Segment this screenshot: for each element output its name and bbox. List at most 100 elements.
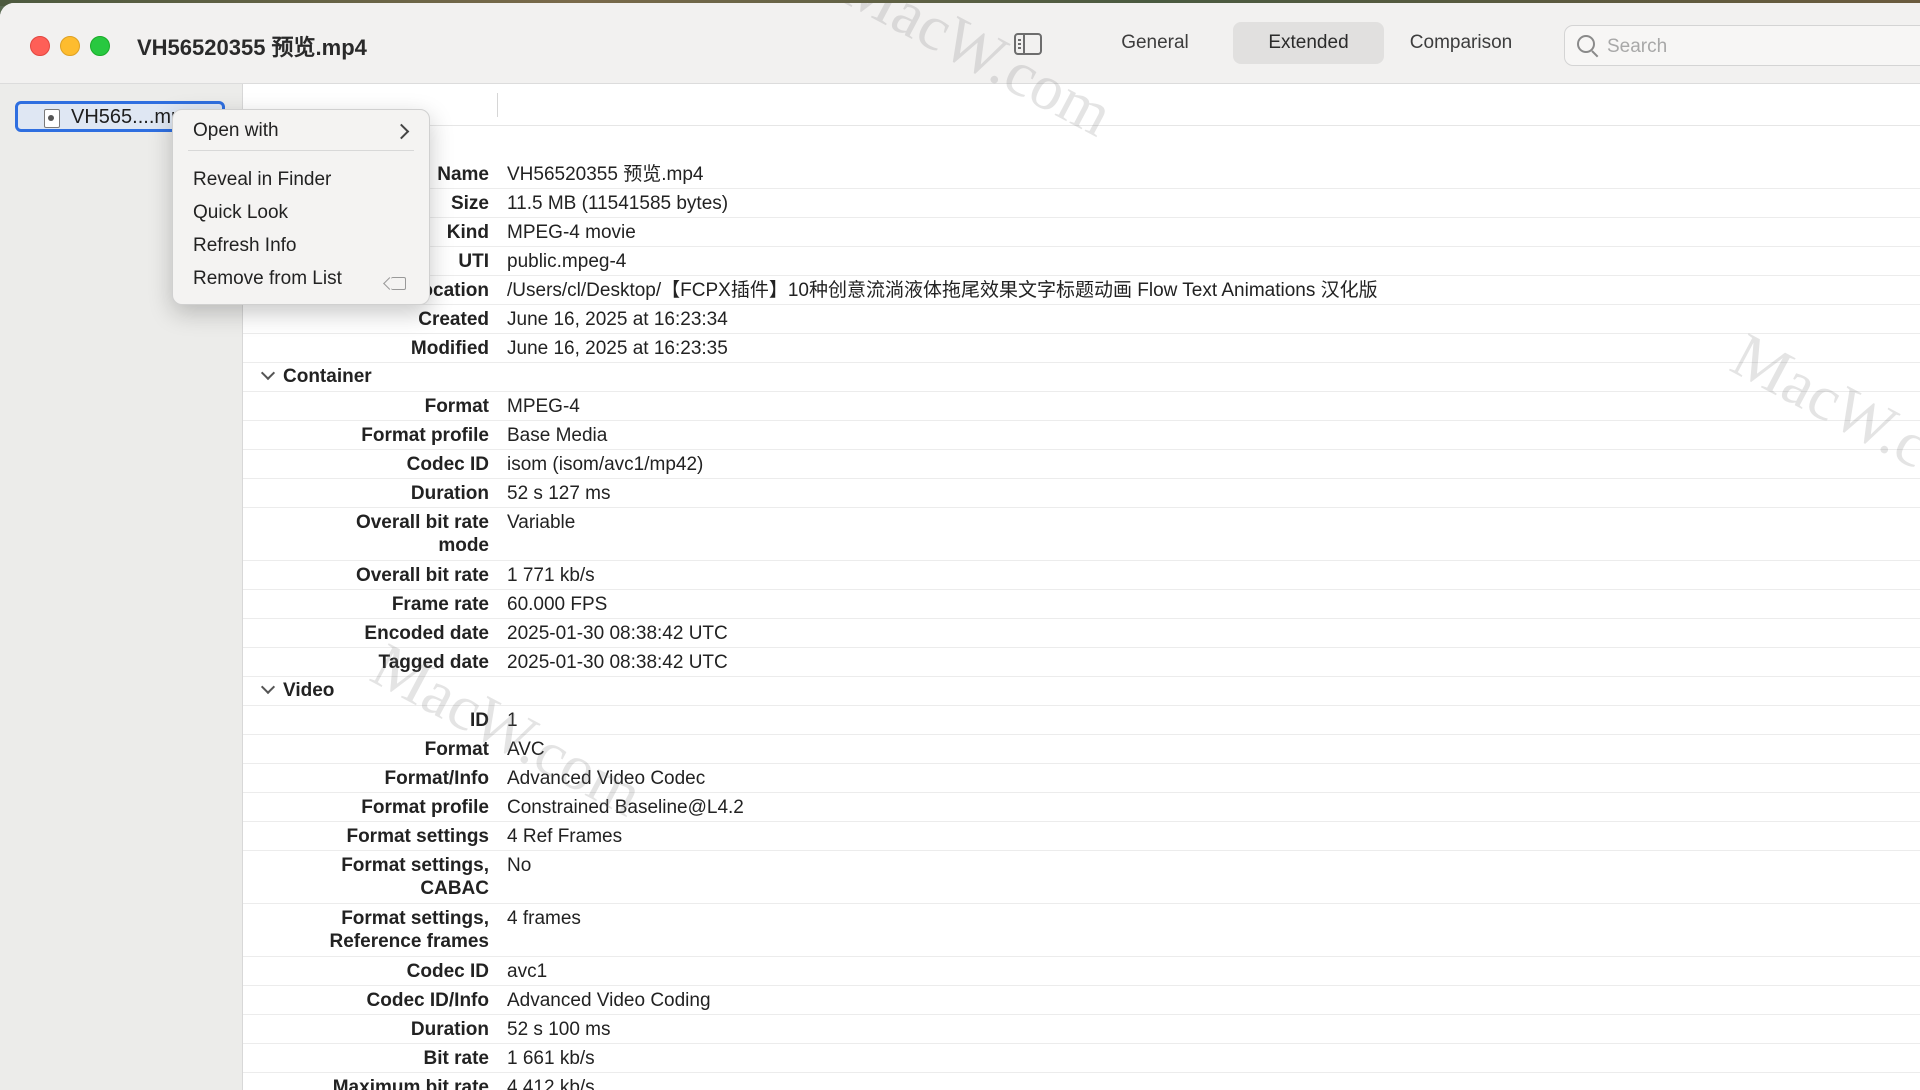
- info-row: Format settings, CABAC No: [243, 851, 1920, 904]
- row-value: public.mpeg-4: [507, 251, 627, 272]
- info-row: Maximum bit rate 4 412 kb/s: [243, 1073, 1920, 1090]
- info-row: Location/Users/cl/Desktop/【FCPX插件】10种创意流…: [243, 276, 1920, 305]
- row-value: Variable: [507, 512, 576, 533]
- info-row: Encoded date 2025-01-30 08:38:42 UTC: [243, 619, 1920, 648]
- sidebar-toggle-icon[interactable]: [1014, 33, 1042, 55]
- info-panel: Name VH56520355 预览.mp4 Size 11.5 MB (11541…: [243, 84, 1920, 1090]
- row-key: Codec ID/Info: [366, 990, 489, 1011]
- search-field[interactable]: [1564, 25, 1920, 66]
- row-value: isom (isom/avc1/mp42): [507, 454, 704, 475]
- row-value: 4 Ref Frames: [507, 826, 623, 847]
- menu-item-quick-look[interactable]: Quick Look: [193, 202, 288, 224]
- row-value: 2025-01-30 08:38:42 UTC: [507, 652, 728, 673]
- menu-separator: [188, 150, 414, 151]
- info-row: Codec ID avc1: [243, 957, 1920, 986]
- info-row: Format profile Constrained Baseline@L4.2: [243, 793, 1920, 822]
- video-file-icon: [44, 109, 60, 128]
- row-key: Format settings, CABAC: [341, 854, 489, 900]
- row-key-line: Format settings,: [341, 855, 489, 876]
- row-value: No: [507, 855, 532, 876]
- info-row: Tagged date 2025-01-30 08:38:42 UTC: [243, 648, 1920, 677]
- tab-general[interactable]: General: [1100, 22, 1210, 64]
- row-key: Frame rate: [391, 594, 489, 615]
- column-separator[interactable]: [497, 93, 498, 117]
- row-value: June 16, 2025 at 16:23:34: [507, 309, 728, 330]
- section-video[interactable]: Video: [243, 677, 1920, 706]
- window-title: VH56520355 预览.mp4: [137, 35, 367, 60]
- chevron-right-icon: [393, 123, 410, 140]
- chevron-down-icon[interactable]: [260, 679, 276, 695]
- menu-item-refresh-info[interactable]: Refresh Info: [193, 235, 297, 257]
- row-key: Name: [437, 164, 489, 185]
- section-label: Container: [283, 366, 372, 387]
- row-key-line: CABAC: [420, 878, 489, 899]
- zoom-button[interactable]: [90, 36, 110, 56]
- row-key: Format profile: [361, 425, 489, 446]
- info-row: Kind MPEG-4 movie: [243, 218, 1920, 247]
- row-value: AVC: [507, 739, 545, 760]
- row-key: Created: [418, 309, 489, 330]
- row-key: Format settings, Reference frames: [330, 907, 489, 953]
- info-row: Name VH56520355 预览.mp4: [243, 160, 1920, 189]
- row-value: 1 661 kb/s: [507, 1048, 595, 1069]
- close-button[interactable]: [30, 36, 50, 56]
- row-value: 60.000 FPS: [507, 594, 608, 615]
- row-value: Base Media: [507, 425, 608, 446]
- info-row: Duration 52 s 100 ms: [243, 1015, 1920, 1044]
- info-row: Overall bit rate mode Variable: [243, 508, 1920, 561]
- row-key: UTI: [458, 251, 489, 272]
- row-key: Codec ID: [406, 454, 489, 475]
- info-row: Format AVC: [243, 735, 1920, 764]
- row-key: Overall bit rate mode: [356, 511, 489, 557]
- menu-item-open-with[interactable]: Open with: [193, 120, 279, 142]
- info-row: Format settings, Reference frames 4 frame…: [243, 904, 1920, 957]
- search-icon: [1577, 35, 1595, 53]
- minimize-button[interactable]: [60, 36, 80, 56]
- info-row: Format settings 4 Ref Frames: [243, 822, 1920, 851]
- info-row: Codec ID isom (isom/avc1/mp42): [243, 450, 1920, 479]
- column-header: [243, 84, 1920, 126]
- info-row: Bit rate 1 661 kb/s: [243, 1044, 1920, 1073]
- row-value: MPEG-4 movie: [507, 222, 636, 243]
- row-value: VH56520355 预览.mp4: [507, 164, 704, 185]
- row-key: Format/Info: [384, 768, 490, 789]
- row-key-line: mode: [438, 535, 489, 556]
- info-row: Modified June 16, 2025 at 16:23:35: [243, 334, 1920, 363]
- row-value: Advanced Video Coding: [507, 990, 711, 1011]
- section-label: Video: [283, 680, 335, 701]
- tab-extended[interactable]: Extended: [1233, 22, 1384, 64]
- row-key: ID: [470, 710, 489, 731]
- info-row: Created June 16, 2025 at 16:23:34: [243, 305, 1920, 334]
- row-key: Format: [424, 739, 489, 760]
- row-value: 2025-01-30 08:38:42 UTC: [507, 623, 728, 644]
- row-value: avc1: [507, 961, 548, 982]
- context-menu: Open with Reveal in Finder Quick Look Re…: [172, 109, 430, 305]
- info-rows: Name VH56520355 预览.mp4 Size 11.5 MB (11541…: [243, 160, 1920, 1090]
- tab-comparison[interactable]: Comparison: [1395, 22, 1527, 64]
- info-row: Format profile Base Media: [243, 421, 1920, 450]
- row-key: Format: [424, 396, 489, 417]
- info-row: Format/Info Advanced Video Codec: [243, 764, 1920, 793]
- row-key: Duration: [410, 483, 489, 504]
- delete-key-icon: [391, 277, 406, 290]
- row-value: 1: [507, 710, 518, 731]
- row-key-line: Overall bit rate: [355, 512, 489, 533]
- row-key: Codec ID: [406, 961, 489, 982]
- row-key: Duration: [410, 1019, 489, 1040]
- search-input[interactable]: [1605, 32, 1909, 62]
- section-container[interactable]: Container: [243, 363, 1920, 392]
- row-value: 4 412 kb/s: [507, 1077, 595, 1090]
- chevron-down-icon[interactable]: [260, 365, 276, 381]
- row-key: Tagged date: [378, 652, 490, 673]
- title-bar: VH56520355 预览.mp4 General Extended Compa…: [0, 3, 1920, 84]
- menu-item-reveal-in-finder[interactable]: Reveal in Finder: [193, 169, 331, 191]
- info-row: UTI public.mpeg-4: [243, 247, 1920, 276]
- row-value: MPEG-4: [507, 396, 580, 417]
- row-value: 1 771 kb/s: [507, 565, 595, 586]
- menu-item-remove-from-list[interactable]: Remove from List: [193, 268, 342, 290]
- row-key: Format profile: [361, 797, 489, 818]
- row-key: Bit rate: [423, 1048, 489, 1069]
- row-value: 4 frames: [507, 908, 581, 929]
- row-key: Size: [450, 193, 489, 214]
- row-key: Modified: [410, 338, 489, 359]
